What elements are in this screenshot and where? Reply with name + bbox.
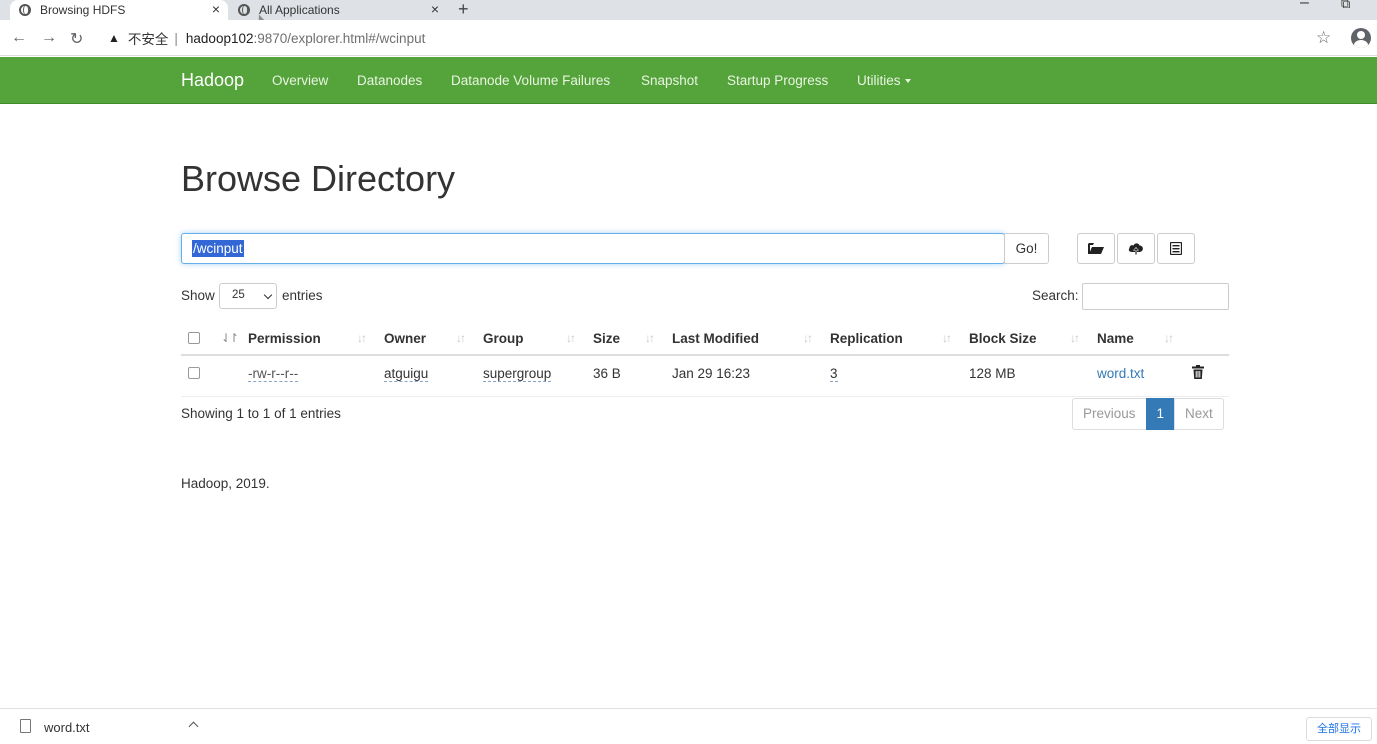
column-header-block-size[interactable]: Block Size: [969, 331, 1037, 346]
not-secure-label: 不安全: [127, 32, 169, 47]
column-header-replication[interactable]: Replication: [830, 331, 903, 346]
back-arrow-icon[interactable]: ←: [11, 29, 27, 47]
url-path: :9870/explorer.html#/wcinput: [253, 30, 426, 46]
select-all-checkbox[interactable]: [188, 332, 200, 344]
group-cell[interactable]: supergroup: [483, 366, 552, 382]
url-field[interactable]: ▲ 不安全 | hadoop102 :9870/explorer.html#/w…: [100, 25, 1340, 51]
nav-datanode-volume-failures[interactable]: Datanode Volume Failures: [451, 73, 610, 88]
page-footer: Hadoop, 2019.: [181, 476, 270, 491]
globe-icon: [238, 4, 250, 16]
upload-file-button[interactable]: [1117, 233, 1155, 264]
table-info-text: Showing 1 to 1 of 1 entries: [181, 406, 341, 421]
nav-startup-progress[interactable]: Startup Progress: [727, 73, 828, 88]
entries-per-page-select[interactable]: 25: [219, 283, 277, 309]
nav-utilities-label: Utilities: [857, 73, 901, 88]
address-bar: ← → ↻ ▲ 不安全 | hadoop102 :9870/explorer.h…: [0, 20, 1377, 56]
forward-arrow-icon[interactable]: →: [41, 29, 57, 47]
not-secure-warning-icon[interactable]: ▲: [108, 31, 120, 45]
sort-icon[interactable]: ↓↑: [456, 331, 466, 345]
nav-overview[interactable]: Overview: [272, 73, 328, 88]
search-input[interactable]: [1082, 283, 1229, 310]
column-header-permission[interactable]: Permission: [248, 331, 321, 346]
hadoop-navbar: Hadoop Overview Datanodes Datanode Volum…: [0, 57, 1377, 104]
download-item-name[interactable]: word.txt: [44, 720, 90, 735]
owner-cell[interactable]: atguigu: [384, 366, 429, 382]
path-input-value: /wcinput: [192, 240, 244, 257]
table-header-divider: [181, 354, 1229, 356]
search-label: Search:: [1032, 288, 1079, 303]
cut-paste-button[interactable]: [1157, 233, 1195, 264]
url-host: hadoop102: [185, 30, 254, 46]
close-tab-icon[interactable]: ×: [431, 1, 439, 17]
column-header-last-modified[interactable]: Last Modified: [672, 331, 759, 346]
entries-label: entries: [282, 288, 323, 303]
pagination-next[interactable]: Next: [1174, 398, 1224, 430]
tab-browsing-hdfs[interactable]: Browsing HDFS ×: [10, 0, 228, 20]
nav-snapshot[interactable]: Snapshot: [641, 73, 698, 88]
sort-asc-icon[interactable]: ⇃↾: [221, 331, 239, 345]
sort-icon[interactable]: ↓↑: [1164, 331, 1174, 345]
caret-down-icon: [904, 79, 911, 84]
reload-icon[interactable]: ↻: [70, 29, 83, 49]
sort-icon[interactable]: ↓↑: [942, 331, 952, 345]
sort-icon[interactable]: ↓↑: [357, 331, 367, 345]
pagination-page-1[interactable]: 1: [1145, 398, 1176, 430]
block-size-cell: 128 MB: [969, 366, 1016, 381]
download-shelf: word.txt 全部显示: [0, 708, 1377, 744]
sort-icon[interactable]: ↓↑: [803, 331, 813, 345]
size-cell: 36 B: [593, 366, 621, 381]
column-header-group[interactable]: Group: [483, 331, 524, 346]
page-title: Browse Directory: [181, 158, 456, 199]
sort-icon[interactable]: ↓↑: [645, 331, 655, 345]
directory-path-input[interactable]: /wcinput: [181, 233, 1005, 264]
sort-icon[interactable]: ↓↑: [1070, 331, 1080, 345]
show-all-downloads-button[interactable]: 全部显示: [1306, 717, 1372, 741]
nav-datanodes[interactable]: Datanodes: [357, 73, 422, 88]
restore-window-icon[interactable]: ⧉: [1341, 0, 1350, 12]
column-header-owner[interactable]: Owner: [384, 331, 426, 346]
last-modified-cell: Jan 29 16:23: [672, 366, 751, 381]
profile-avatar-icon[interactable]: [1351, 28, 1371, 48]
file-icon: [20, 719, 31, 733]
minimize-window-icon[interactable]: –: [1300, 0, 1309, 12]
browser-tab-strip: Browsing HDFS × All Applications × + – ⧉: [0, 0, 1377, 28]
row-checkbox[interactable]: [188, 367, 200, 379]
table-row-divider: [181, 396, 1229, 397]
url-separator: |: [174, 30, 178, 46]
show-label: Show: [181, 288, 215, 303]
list-icon: [1170, 242, 1182, 255]
tab-title: Browsing HDFS: [40, 3, 126, 17]
nav-utilities-dropdown[interactable]: Utilities: [857, 73, 911, 88]
sort-icon[interactable]: ↓↑: [566, 331, 576, 345]
brand-link[interactable]: Hadoop: [181, 70, 244, 91]
create-directory-button[interactable]: [1077, 233, 1115, 264]
chevron-up-icon[interactable]: [188, 721, 199, 732]
tab-title: All Applications: [259, 3, 340, 17]
trash-icon: [1192, 365, 1204, 379]
replication-cell[interactable]: 3: [830, 366, 838, 382]
permission-cell[interactable]: -rw-r--r--: [248, 366, 299, 382]
column-header-name[interactable]: Name: [1097, 331, 1134, 346]
close-tab-icon[interactable]: ×: [212, 1, 220, 17]
new-tab-button[interactable]: +: [458, 0, 469, 20]
globe-icon: [19, 4, 31, 16]
pagination-previous[interactable]: Previous: [1072, 398, 1147, 430]
pagination: Previous 1 Next: [1072, 398, 1224, 430]
delete-file-button[interactable]: [1192, 365, 1204, 384]
entries-select-value: 25: [232, 289, 245, 301]
go-button[interactable]: Go!: [1004, 233, 1049, 264]
folder-open-icon: [1088, 243, 1104, 254]
column-header-size[interactable]: Size: [593, 331, 620, 346]
bookmark-star-icon[interactable]: ☆: [1316, 28, 1331, 48]
chevron-down-icon: [263, 290, 273, 300]
file-name-link[interactable]: word.txt: [1097, 366, 1144, 381]
cloud-upload-icon: [1128, 242, 1143, 255]
